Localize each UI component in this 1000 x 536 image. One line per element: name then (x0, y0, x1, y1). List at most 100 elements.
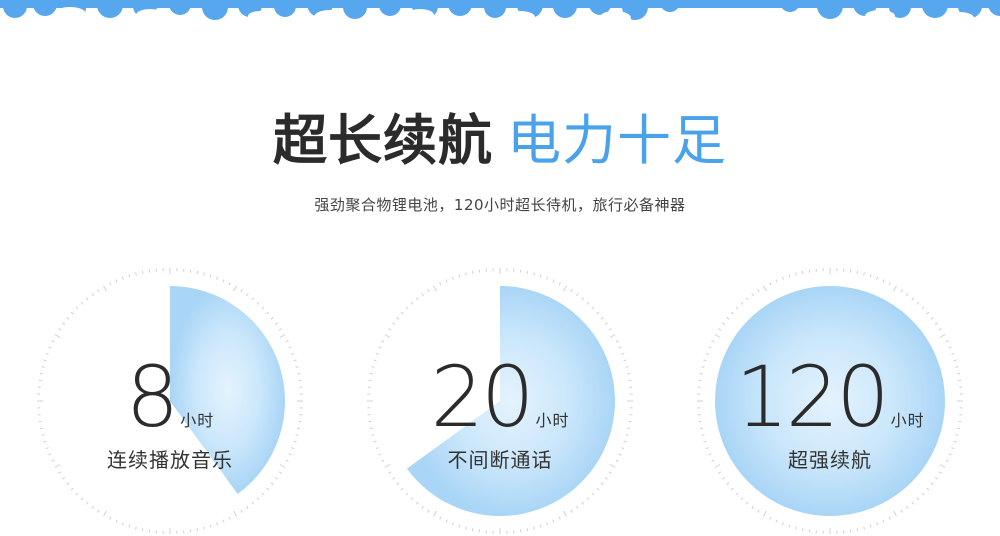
dial-tick (883, 520, 884, 523)
dial-tick (142, 271, 143, 274)
dial-tick (58, 329, 61, 331)
dial-tick (446, 520, 447, 523)
stat-label: 不间断通话 (365, 444, 635, 473)
dial-tick (731, 312, 733, 314)
dial-tick (48, 347, 51, 348)
dial-tick (758, 510, 760, 513)
dial-tick (204, 273, 205, 276)
dial-tick (229, 282, 230, 285)
dial-tick (592, 493, 594, 495)
dial-tick (452, 522, 453, 525)
dial-tick (104, 286, 107, 291)
dial-tick (466, 273, 467, 276)
dial-tick (802, 528, 803, 531)
dial-tick (210, 525, 211, 528)
dial-tick (877, 522, 878, 525)
dial-tick (736, 307, 738, 309)
dial-tick (71, 312, 73, 314)
dial-tick (267, 488, 269, 490)
dial-tick (752, 293, 754, 295)
dial-tick (122, 522, 123, 525)
dial-tick (894, 286, 897, 291)
dial-tick (776, 520, 777, 523)
dial-tick (440, 282, 441, 285)
dial-tick (262, 307, 264, 309)
stat-label: 连续播放音乐 (35, 444, 305, 473)
dial-tick (428, 510, 430, 513)
dial-tick (81, 302, 83, 304)
dial-tick (406, 307, 408, 309)
dial-tick (741, 302, 743, 304)
dial-tick (731, 488, 733, 490)
dial-tick (782, 277, 783, 280)
dial-tick (935, 477, 937, 479)
dial-tick (571, 510, 573, 513)
dial-tick (931, 317, 933, 319)
dial-tick (883, 279, 884, 282)
dial-tick (116, 520, 117, 523)
dial-tick (381, 341, 384, 342)
dial-tick (576, 506, 578, 508)
dial-tick (605, 477, 607, 479)
dial-tick (764, 286, 767, 291)
dial-tick (262, 493, 264, 495)
dial-tick (388, 329, 391, 331)
dial-tick (576, 293, 578, 295)
stat-unit: 小时 (180, 411, 214, 430)
dial-tick (472, 528, 473, 531)
dial-tick (401, 312, 403, 314)
dial-tick (397, 483, 399, 485)
dial-tick (534, 527, 535, 530)
dial-tick (197, 528, 198, 531)
dial-tick (411, 302, 413, 304)
dial-tick (610, 335, 615, 338)
dial-tick (940, 335, 945, 338)
title-light: 电力十足 (507, 109, 727, 172)
title-bold: 超长续航 (273, 109, 493, 172)
dial-tick (385, 335, 390, 338)
dial-tick (889, 517, 890, 520)
dial-tick (246, 506, 248, 508)
dial-tick (746, 298, 748, 300)
dial-tick (422, 293, 424, 295)
dial-tick (917, 302, 919, 304)
dial-tick (110, 517, 111, 520)
stat-dial-call: 20小时 不间断通话 (365, 266, 635, 536)
stat-value: 120 (735, 348, 886, 446)
dial-tick (912, 502, 914, 504)
dial-tick (286, 341, 289, 342)
dial-tick (571, 289, 573, 292)
dial-tick (619, 347, 622, 348)
dial-tick (289, 347, 292, 348)
dial-tick (534, 273, 535, 276)
dial-tick (446, 279, 447, 282)
dial-tick (129, 525, 130, 528)
dial-tick (601, 317, 603, 319)
stat-dial-music: 8小时 连续播放音乐 (35, 266, 305, 536)
dial-tick (217, 522, 218, 525)
dial-tick (229, 517, 230, 520)
dial-tick (81, 498, 83, 500)
dial-tick (597, 488, 599, 490)
dial-tick (257, 498, 259, 500)
dial-tick (459, 275, 460, 278)
dial-tick (280, 335, 285, 338)
dial-tick (559, 282, 560, 285)
dial-tick (76, 307, 78, 309)
dial-tick (782, 522, 783, 525)
dial-tick (279, 329, 282, 331)
stat-value: 8 (126, 348, 176, 446)
dial-tick (197, 271, 198, 274)
dial-tick (136, 273, 137, 276)
dial-tick (547, 277, 548, 280)
page-subtitle: 强劲聚合物锂电池，120小时超长待机，旅行必备神器 (0, 194, 1000, 215)
dial-tick (718, 329, 721, 331)
dial-tick (912, 298, 914, 300)
dial-tick (927, 312, 929, 314)
page-title: 超长续航电力十足 (0, 108, 1000, 174)
dial-tick (406, 493, 408, 495)
dial-tick (796, 527, 797, 530)
dial-tick (129, 275, 130, 278)
dial-tick (906, 506, 908, 508)
dial-tick (922, 493, 924, 495)
